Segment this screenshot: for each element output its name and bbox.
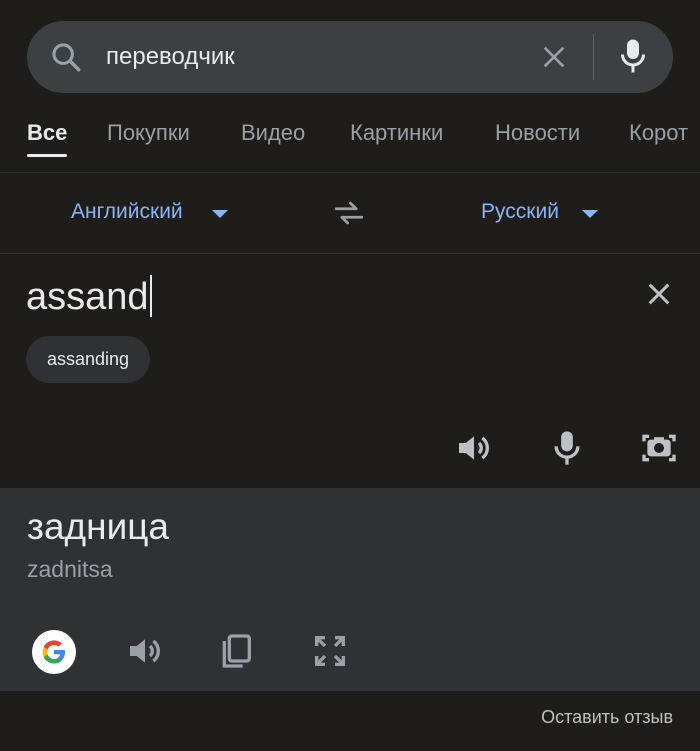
source-language-select[interactable]: Английский: [71, 198, 183, 226]
tab-news[interactable]: Новости: [495, 118, 580, 148]
translation-result: задница: [27, 506, 170, 547]
suggestion-chip[interactable]: assanding: [26, 336, 150, 383]
source-text-input[interactable]: assand: [26, 274, 152, 320]
divider: [0, 172, 700, 173]
search-icon[interactable]: [49, 40, 83, 74]
listen-translation-icon[interactable]: [125, 630, 165, 672]
tab-images[interactable]: Картинки: [350, 118, 443, 148]
chevron-down-icon[interactable]: [212, 210, 228, 218]
google-g-icon: [42, 640, 65, 664]
listen-source-icon[interactable]: [454, 428, 494, 468]
target-language-select[interactable]: Русский: [481, 198, 559, 226]
swap-languages-icon[interactable]: [331, 196, 367, 230]
clear-source-icon[interactable]: [643, 278, 675, 310]
tab-short-videos[interactable]: Корот: [629, 118, 688, 148]
active-tab-indicator: [27, 154, 67, 157]
transliteration: zadnitsa: [27, 556, 113, 582]
google-logo-icon[interactable]: [32, 630, 76, 674]
fullscreen-icon[interactable]: [310, 630, 350, 672]
clear-search-icon[interactable]: [538, 41, 570, 73]
divider: [0, 253, 700, 254]
camera-translate-icon[interactable]: [639, 428, 679, 468]
chevron-down-icon[interactable]: [582, 210, 598, 218]
search-input[interactable]: переводчик: [106, 42, 235, 72]
microphone-icon[interactable]: [547, 428, 587, 468]
search-divider: [593, 34, 594, 80]
tab-all[interactable]: Все: [27, 118, 67, 148]
source-text-value: assand: [26, 276, 149, 318]
tab-shopping[interactable]: Покупки: [107, 118, 190, 148]
feedback-link[interactable]: Оставить отзыв: [541, 704, 673, 730]
voice-search-icon[interactable]: [615, 36, 651, 76]
text-cursor: [149, 275, 152, 317]
tab-videos[interactable]: Видео: [241, 118, 305, 148]
copy-icon[interactable]: [216, 630, 256, 672]
